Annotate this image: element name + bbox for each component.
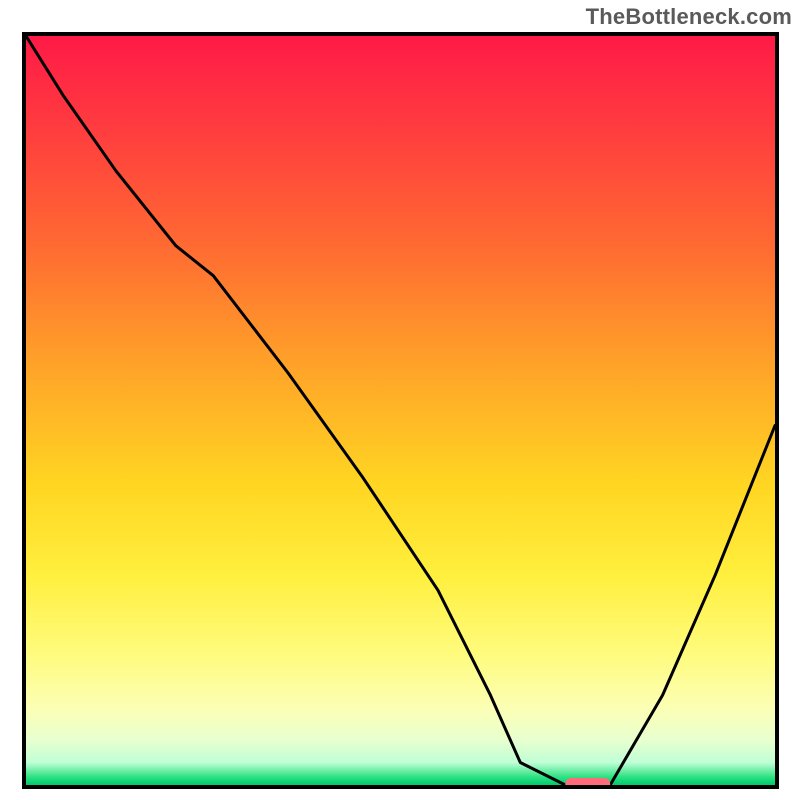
plot-frame — [22, 32, 779, 789]
bottleneck-curve — [26, 36, 775, 785]
optimum-marker — [565, 778, 610, 785]
plot-overlay-svg — [26, 36, 775, 785]
attribution-link[interactable]: TheBottleneck.com — [586, 4, 792, 30]
plot-area — [26, 36, 775, 785]
